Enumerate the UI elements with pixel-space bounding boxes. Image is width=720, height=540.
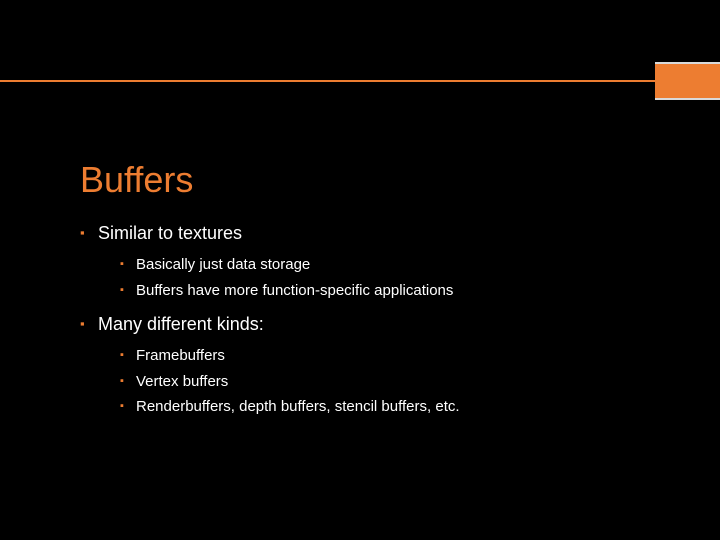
list-item: Renderbuffers, depth buffers, stencil bu…: [120, 396, 660, 419]
bullet-text: Basically just data storage: [136, 256, 310, 273]
list-item: Vertex buffers: [120, 371, 660, 394]
list-item: Framebuffers: [120, 345, 660, 368]
bullet-text: Similar to textures: [98, 223, 242, 243]
accent-line: [0, 80, 655, 82]
bullet-list-level2: Framebuffers Vertex buffers Renderbuffer…: [98, 345, 660, 419]
list-item: Similar to textures Basically just data …: [80, 221, 660, 302]
bullet-text: Many different kinds:: [98, 314, 264, 334]
bullet-list-level1: Similar to textures Basically just data …: [80, 221, 660, 419]
bullet-text: Framebuffers: [136, 347, 225, 364]
slide-title: Buffers: [80, 159, 660, 201]
accent-box: [655, 62, 720, 100]
slide-content: Buffers Similar to textures Basically ju…: [80, 159, 660, 429]
list-item: Buffers have more function-specific appl…: [120, 280, 660, 303]
list-item: Basically just data storage: [120, 254, 660, 277]
slide-accent-decoration: [0, 62, 720, 100]
list-item: Many different kinds: Framebuffers Verte…: [80, 312, 660, 419]
bullet-text: Renderbuffers, depth buffers, stencil bu…: [136, 398, 460, 415]
bullet-list-level2: Basically just data storage Buffers have…: [98, 254, 660, 302]
bullet-text: Buffers have more function-specific appl…: [136, 282, 453, 299]
bullet-text: Vertex buffers: [136, 373, 228, 390]
